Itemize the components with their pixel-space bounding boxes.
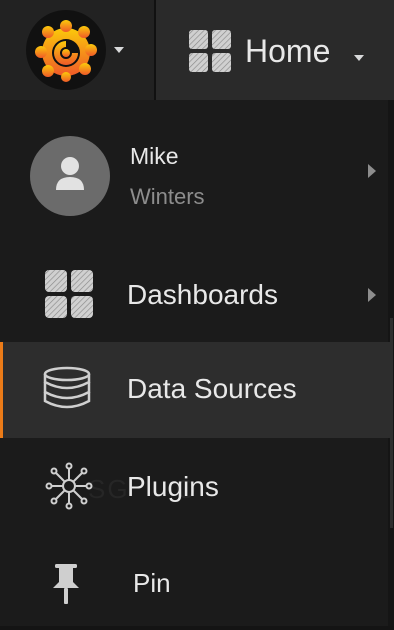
top-navbar: Home (0, 0, 394, 100)
scrollbar[interactable] (390, 318, 393, 528)
menu-item-pin[interactable]: Pin (0, 534, 390, 630)
menu-item-label: Dashboards (127, 279, 278, 310)
menu-item-plugins[interactable]: Plugins (0, 438, 390, 534)
user-chevron-right-icon[interactable] (368, 164, 376, 178)
logo-caret-down-icon (114, 47, 124, 53)
menu-item-label: Plugins (127, 471, 219, 502)
user-avatar-icon (30, 136, 110, 216)
dashboard-grid-icon[interactable] (188, 29, 232, 73)
menu-item-label: Data Sources (127, 373, 297, 404)
navbar-divider (154, 0, 156, 100)
chevron-right-icon[interactable] (368, 288, 376, 302)
dashboards-icon (45, 270, 93, 318)
menu-item-dashboards[interactable]: Dashboards (0, 247, 390, 343)
dashboard-title[interactable]: Home (245, 32, 330, 70)
plugins-icon (45, 462, 93, 510)
grafana-logo-icon (35, 20, 97, 82)
user-last-name: Winters (130, 184, 205, 209)
pin-icon (53, 564, 79, 604)
title-caret-down-icon[interactable] (354, 55, 364, 61)
user-first-name: Mike (130, 143, 179, 169)
database-icon (43, 366, 91, 409)
menu-item-data-sources[interactable]: Data Sources (0, 342, 390, 438)
menu-item-label: Pin (133, 568, 171, 598)
grafana-menu-button[interactable] (0, 0, 154, 100)
